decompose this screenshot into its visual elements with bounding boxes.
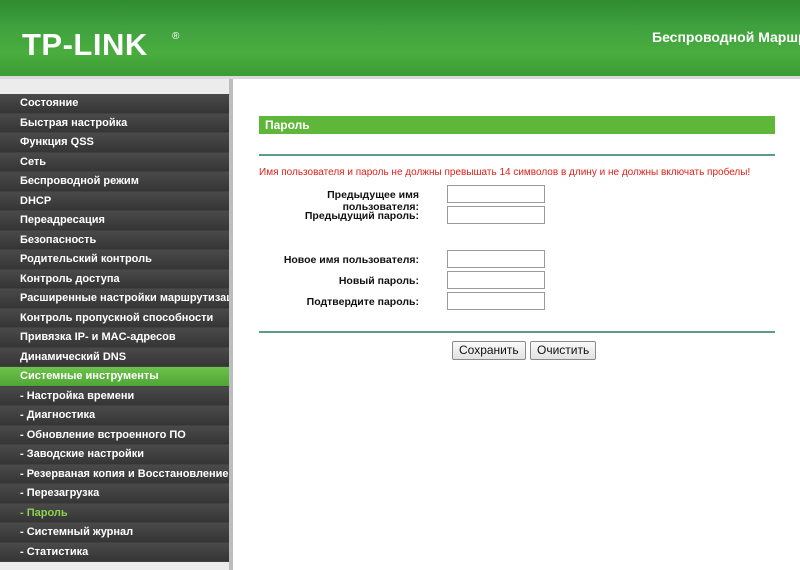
new-password-input[interactable] (447, 271, 545, 289)
main-content: Пароль Имя пользователя и пароль не долж… (233, 79, 800, 570)
sidebar-subitem-firmware-upgrade[interactable]: - Обновление встроенного ПО (0, 425, 229, 444)
header-bar: TP-LINK ® Беспроводной Маршрутизатор (0, 0, 800, 76)
sidebar-menu: Состояние Быстрая настройка Функция QSS … (0, 94, 229, 562)
bottom-divider (259, 331, 775, 333)
sidebar-item-wireless[interactable]: Беспроводной режим (0, 172, 229, 191)
sidebar-item-status[interactable]: Состояние (0, 94, 229, 113)
sidebar-item-ip-mac-binding[interactable]: Привязка IP- и MAC-адресов (0, 328, 229, 347)
new-username-input[interactable] (447, 250, 545, 268)
sidebar-item-quick-setup[interactable]: Быстрая настройка (0, 113, 229, 132)
page-title: Пароль (259, 116, 775, 134)
sidebar-item-network[interactable]: Сеть (0, 152, 229, 171)
sidebar-item-forwarding[interactable]: Переадресация (0, 211, 229, 230)
sidebar-subitem-time-settings[interactable]: - Настройка времени (0, 386, 229, 405)
header-title: Беспроводной Маршрутизатор (652, 29, 800, 45)
tp-link-logo: TP-LINK (22, 27, 148, 62)
old-password-label: Предыдущий пароль: (304, 210, 419, 222)
sidebar-item-access-control[interactable]: Контроль доступа (0, 269, 229, 288)
old-username-input[interactable] (447, 185, 545, 203)
sidebar-subitem-diagnostics[interactable]: - Диагностика (0, 406, 229, 425)
sidebar-subitem-backup-restore[interactable]: - Резерваная копия и Восстановление (0, 464, 229, 483)
sidebar-item-security[interactable]: Безопасность (0, 230, 229, 249)
top-divider (259, 154, 775, 156)
sidebar-subitem-factory-defaults[interactable]: - Заводские настройки (0, 445, 229, 464)
sidebar-subitem-system-log[interactable]: - Системный журнал (0, 523, 229, 542)
sidebar-item-advanced-routing[interactable]: Расширенные настройки маршрутизации (0, 289, 229, 308)
sidebar-item-qss[interactable]: Функция QSS (0, 133, 229, 152)
old-password-input[interactable] (447, 206, 545, 224)
sidebar-item-system-tools[interactable]: Системные инструменты (0, 367, 229, 386)
sidebar-item-dhcp[interactable]: DHCP (0, 191, 229, 210)
sidebar-item-dynamic-dns[interactable]: Динамический DNS (0, 347, 229, 366)
sidebar-item-parental-control[interactable]: Родительский контроль (0, 250, 229, 269)
sidebar-subitem-reboot[interactable]: - Перезагрузка (0, 484, 229, 503)
confirm-password-label: Подтвердите пароль: (306, 296, 419, 308)
new-password-label: Новый пароль: (338, 275, 419, 287)
save-button[interactable]: Сохранить (452, 341, 526, 360)
sidebar: Состояние Быстрая настройка Функция QSS … (0, 79, 233, 570)
new-username-label: Новое имя пользователя: (283, 254, 419, 266)
sidebar-subitem-password[interactable]: - Пароль (0, 503, 229, 522)
clear-button[interactable]: Очистить (530, 341, 597, 360)
registered-mark: ® (172, 31, 180, 42)
sidebar-item-bandwidth-control[interactable]: Контроль пропускной способности (0, 308, 229, 327)
sidebar-subitem-statistics[interactable]: - Статистика (0, 542, 229, 561)
confirm-password-input[interactable] (447, 292, 545, 310)
warning-message: Имя пользователя и пароль не должны прев… (259, 167, 751, 178)
